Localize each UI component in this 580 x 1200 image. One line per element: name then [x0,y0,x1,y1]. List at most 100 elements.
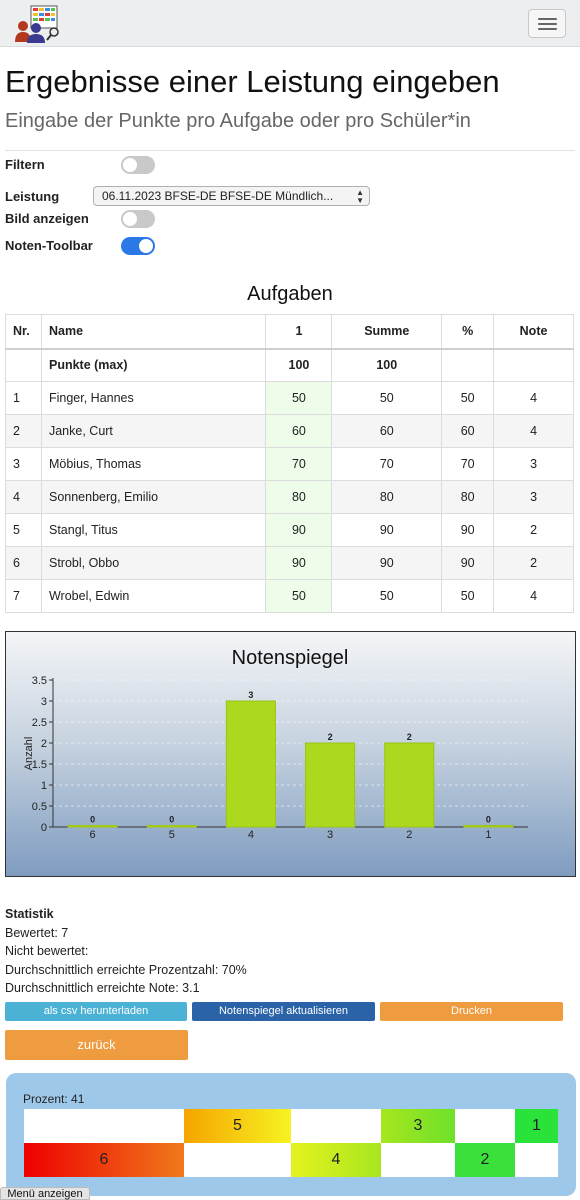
download-csv-button[interactable]: als csv herunterladen [5,1002,187,1021]
chart-svg: Notenspiegel00.511.522.533.5Anzahl060534… [23,647,528,841]
grade-slot-empty [24,1109,184,1143]
grade-button-6[interactable]: 6 [24,1143,184,1177]
filter-toggle[interactable] [121,156,155,174]
grade-toolbar-toggle[interactable] [121,237,155,255]
row-summe: 90 [331,546,443,580]
table-header-row: Nr. Name 1 Summe % Note [5,314,574,350]
max-points-nr-cell [5,348,42,382]
student-name: Wrobel, Edwin [40,579,267,613]
col-header-percent[interactable]: % [441,314,495,350]
bar-data-label: 2 [407,732,412,742]
row-note: 4 [493,579,574,613]
points-input-task-1[interactable]: 80 [265,480,333,514]
bar-data-label: 2 [328,732,333,742]
chart-bar [384,742,435,828]
max-points-label: Punkte (max) [40,348,267,382]
grade-slot-empty [381,1143,455,1177]
row-note: 4 [493,381,574,415]
grade-button-1[interactable]: 1 [515,1109,558,1143]
grade-toolbar: Prozent: 41 5 3 1 6 4 2 [6,1073,576,1196]
x-tick-label: 4 [248,829,254,841]
points-input-task-1[interactable]: 90 [265,546,333,580]
row-summe: 60 [331,414,443,448]
table-title: Aufgaben [247,283,333,305]
row-nr: 2 [5,414,42,448]
grade-button-3[interactable]: 3 [381,1109,455,1143]
filter-label: Filtern [5,157,45,172]
row-note: 4 [493,414,574,448]
row-percent: 60 [441,414,495,448]
leistung-select-value: 06.11.2023 BFSE-DE BFSE-DE Mündlich... [102,189,334,203]
col-header-summe[interactable]: Summe [331,314,443,350]
stat-nicht-bewertet: Nicht bewertet: [5,944,89,958]
student-name: Finger, Hannes [40,381,267,415]
row-nr: 1 [5,381,42,415]
row-note: 3 [493,447,574,481]
y-tick-label: 2.5 [32,717,47,729]
row-percent: 90 [441,546,495,580]
chart-bar [305,742,356,828]
stat-avg-grade: Durchschnittlich erreichte Note: 3.1 [5,981,200,995]
row-nr: 6 [5,546,42,580]
show-image-toggle[interactable] [121,210,155,228]
statistics-block: Statistik Bewertet: 7 Nicht bewertet: Du… [5,905,247,998]
row-summe: 50 [331,381,443,415]
y-tick-label: 1 [41,780,47,792]
points-input-task-1[interactable]: 70 [265,447,333,481]
student-name: Stangl, Titus [40,513,267,547]
table-row: 6 Strobl, Obbo 90 90 90 2 [5,546,574,580]
y-axis-label: Anzahl [23,737,35,771]
col-header-name[interactable]: Name [40,314,267,350]
y-tick-label: 3.5 [32,675,47,687]
show-menu-button[interactable]: Menü anzeigen [0,1187,90,1200]
row-summe: 80 [331,480,443,514]
bar-data-label: 3 [248,690,253,700]
col-header-task-1[interactable]: 1 [265,314,333,350]
points-input-task-1[interactable]: 50 [265,381,333,415]
max-points-task-1[interactable]: 100 [265,348,333,382]
row-summe: 50 [331,579,443,613]
leistung-select[interactable]: 06.11.2023 BFSE-DE BFSE-DE Mündlich... ▲… [93,186,370,206]
x-tick-label: 5 [169,829,175,841]
points-input-task-1[interactable]: 50 [265,579,333,613]
percent-readout: Prozent: 41 [23,1092,85,1106]
row-note: 2 [493,513,574,547]
y-tick-label: 0.5 [32,801,47,813]
leistung-label: Leistung [5,189,60,204]
row-summe: 70 [331,447,443,481]
grade-button-2[interactable]: 2 [455,1143,515,1177]
row-percent: 50 [441,381,495,415]
bar-data-label: 0 [486,815,491,825]
y-tick-label: 2 [41,738,47,750]
page-subtitle: Eingabe der Punkte pro Aufgabe oder pro … [5,110,471,132]
student-name: Möbius, Thomas [40,447,267,481]
update-chart-button[interactable]: Notenspiegel aktualisieren [192,1002,375,1021]
grade-button-5[interactable]: 5 [184,1109,291,1143]
y-tick-label: 3 [41,696,47,708]
x-tick-label: 6 [90,829,96,841]
grade-button-4[interactable]: 4 [291,1143,381,1177]
row-percent: 80 [441,480,495,514]
grade-slot-empty [184,1143,291,1177]
menu-toggle-button[interactable] [528,9,566,38]
back-button[interactable]: zurück [5,1030,188,1060]
points-input-task-1[interactable]: 90 [265,513,333,547]
print-button[interactable]: Drucken [380,1002,563,1021]
table-row: 3 Möbius, Thomas 70 70 70 3 [5,447,574,481]
row-nr: 5 [5,513,42,547]
chart-bar [225,700,276,828]
table-row: 1 Finger, Hannes 50 50 50 4 [5,381,574,415]
row-note: 2 [493,546,574,580]
max-points-percent-cell [441,348,495,382]
page-title: Ergebnisse einer Leistung eingeben [5,64,500,99]
col-header-nr[interactable]: Nr. [5,314,42,350]
app-logo-icon[interactable] [14,4,60,44]
grade-slot-empty [291,1109,381,1143]
table-row: 7 Wrobel, Edwin 50 50 50 4 [5,579,574,613]
points-input-task-1[interactable]: 60 [265,414,333,448]
row-nr: 3 [5,447,42,481]
row-percent: 90 [441,513,495,547]
col-header-note[interactable]: Note [493,314,574,350]
navbar [0,0,580,47]
chart-bar [146,825,197,828]
